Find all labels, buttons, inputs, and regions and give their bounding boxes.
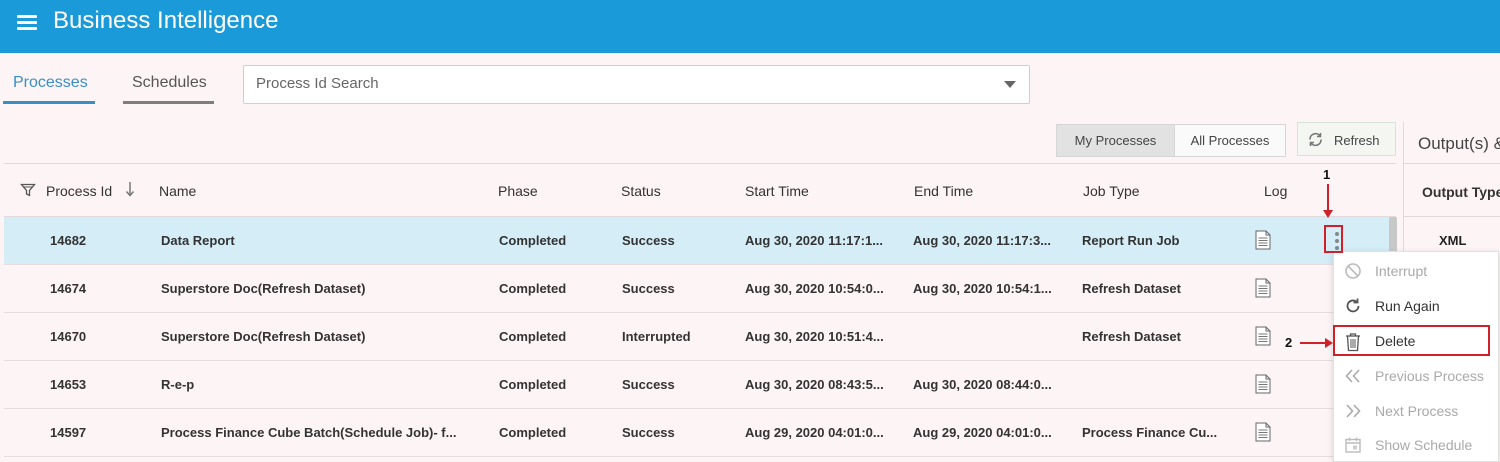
annotation-step-2: 2 — [1285, 335, 1293, 350]
refresh-label: Refresh — [1334, 133, 1380, 148]
process-id-search[interactable] — [243, 65, 1030, 104]
menu-item-next-process[interactable]: Next Process — [1334, 393, 1498, 427]
cell-end-time: Aug 30, 2020 11:17:3... — [913, 233, 1052, 248]
column-output-type: Output Type — [1422, 184, 1500, 200]
double-chevron-right-icon — [1344, 402, 1362, 423]
app-header: Business Intelligence — [0, 0, 1500, 53]
menu-item-label: Next Process — [1375, 403, 1459, 419]
filter-icon[interactable] — [20, 182, 36, 201]
refresh-button[interactable]: Refresh — [1297, 122, 1396, 156]
menu-item-show-schedule[interactable]: Show Schedule — [1334, 427, 1498, 461]
cell-process-id: 14597 — [50, 425, 87, 440]
table-row[interactable]: 14653 R-e-p Completed Success Aug 30, 20… — [4, 361, 1396, 409]
cell-start-time: Aug 30, 2020 10:54:0... — [745, 281, 884, 296]
menu-item-label: Run Again — [1375, 298, 1440, 314]
annotation-arrow-down — [1323, 184, 1333, 218]
row-actions-menu: Interrupt Run Again Delete Previous Proc… — [1333, 251, 1499, 462]
cell-process-id: 14682 — [50, 233, 87, 248]
annotation-highlight-kebab — [1324, 225, 1343, 253]
rerun-icon — [1344, 297, 1362, 318]
double-chevron-left-icon — [1344, 367, 1362, 388]
cell-job-type: Process Finance Cu... — [1082, 425, 1218, 440]
cell-start-time: Aug 30, 2020 08:43:5... — [745, 377, 884, 392]
chevron-down-icon[interactable] — [1004, 81, 1016, 88]
log-document-icon[interactable] — [1255, 326, 1271, 351]
cell-name: Superstore Doc(Refresh Dataset) — [161, 329, 366, 344]
cell-status: Success — [622, 425, 675, 440]
cell-process-id: 14653 — [50, 377, 87, 392]
column-start-time[interactable]: Start Time — [745, 183, 809, 199]
tab-processes[interactable]: Processes — [3, 74, 95, 104]
column-phase[interactable]: Phase — [498, 183, 538, 199]
table-header: Process Id Name Phase Status Start Time … — [4, 163, 1396, 217]
cell-phase: Completed — [499, 233, 567, 248]
cell-name: Data Report — [161, 233, 235, 248]
menu-item-interrupt[interactable]: Interrupt — [1334, 253, 1498, 287]
log-document-icon[interactable] — [1255, 422, 1271, 447]
arrow-down-icon[interactable] — [125, 180, 135, 201]
cell-end-time: Aug 29, 2020 04:01:0... — [913, 425, 1052, 440]
refresh-icon — [1307, 131, 1324, 151]
all-processes-button[interactable]: All Processes — [1174, 124, 1286, 157]
log-document-icon[interactable] — [1255, 374, 1271, 399]
block-icon — [1344, 262, 1362, 283]
tab-schedules[interactable]: Schedules — [123, 74, 214, 104]
app-title: Business Intelligence — [53, 7, 279, 34]
menu-item-label: Show Schedule — [1375, 437, 1473, 453]
menu-item-run-again[interactable]: Run Again — [1334, 288, 1498, 322]
column-log: Log — [1264, 183, 1288, 199]
cell-status: Success — [622, 281, 675, 296]
annotation-arrow-right — [1300, 338, 1333, 348]
column-status[interactable]: Status — [621, 183, 661, 199]
cell-job-type: Report Run Job — [1082, 233, 1180, 248]
cell-process-id: 14670 — [50, 329, 87, 344]
table-row[interactable]: 14597 Process Finance Cube Batch(Schedul… — [4, 409, 1396, 457]
cell-phase: Completed — [499, 377, 567, 392]
column-job-type[interactable]: Job Type — [1083, 183, 1140, 199]
menu-item-previous-process[interactable]: Previous Process — [1334, 358, 1498, 392]
hamburger-menu-icon[interactable] — [17, 13, 37, 33]
table-row[interactable]: 14682 Data Report Completed Success Aug … — [4, 217, 1396, 265]
annotation-highlight-delete — [1333, 325, 1490, 356]
cell-status: Success — [622, 377, 675, 392]
column-name[interactable]: Name — [159, 183, 196, 199]
cell-end-time: Aug 30, 2020 08:44:0... — [913, 377, 1052, 392]
cell-phase: Completed — [499, 281, 567, 296]
column-end-time[interactable]: End Time — [914, 183, 973, 199]
table-row[interactable]: 14674 Superstore Doc(Refresh Dataset) Co… — [4, 265, 1396, 313]
menu-item-label: Previous Process — [1375, 368, 1484, 384]
cell-start-time: Aug 29, 2020 04:01:0... — [745, 425, 884, 440]
output-table-header: Output Type — [1404, 163, 1500, 217]
cell-job-type: Refresh Dataset — [1082, 281, 1181, 296]
cell-job-type: Refresh Dataset — [1082, 329, 1181, 344]
cell-name: Superstore Doc(Refresh Dataset) — [161, 281, 366, 296]
log-document-icon[interactable] — [1255, 230, 1271, 255]
cell-output-type: XML — [1439, 233, 1467, 248]
column-process-id[interactable]: Process Id — [46, 183, 112, 199]
annotation-step-1: 1 — [1323, 167, 1331, 182]
cell-start-time: Aug 30, 2020 11:17:1... — [745, 233, 884, 248]
cell-start-time: Aug 30, 2020 10:51:4... — [745, 329, 884, 344]
cell-status: Interrupted — [622, 329, 691, 344]
cell-name: R-e-p — [161, 377, 195, 392]
cell-phase: Completed — [499, 425, 567, 440]
menu-item-label: Interrupt — [1375, 263, 1428, 279]
cell-end-time: Aug 30, 2020 10:54:1... — [913, 281, 1052, 296]
log-document-icon[interactable] — [1255, 278, 1271, 303]
cell-phase: Completed — [499, 329, 567, 344]
cell-process-id: 14674 — [50, 281, 87, 296]
cell-name: Process Finance Cube Batch(Schedule Job)… — [161, 425, 457, 440]
table-row[interactable]: 14670 Superstore Doc(Refresh Dataset) Co… — [4, 313, 1396, 361]
my-processes-button[interactable]: My Processes — [1056, 124, 1175, 157]
calendar-icon — [1344, 436, 1362, 457]
search-input[interactable] — [256, 75, 976, 92]
cell-status: Success — [622, 233, 675, 248]
output-panel-title: Output(s) & — [1418, 134, 1500, 153]
